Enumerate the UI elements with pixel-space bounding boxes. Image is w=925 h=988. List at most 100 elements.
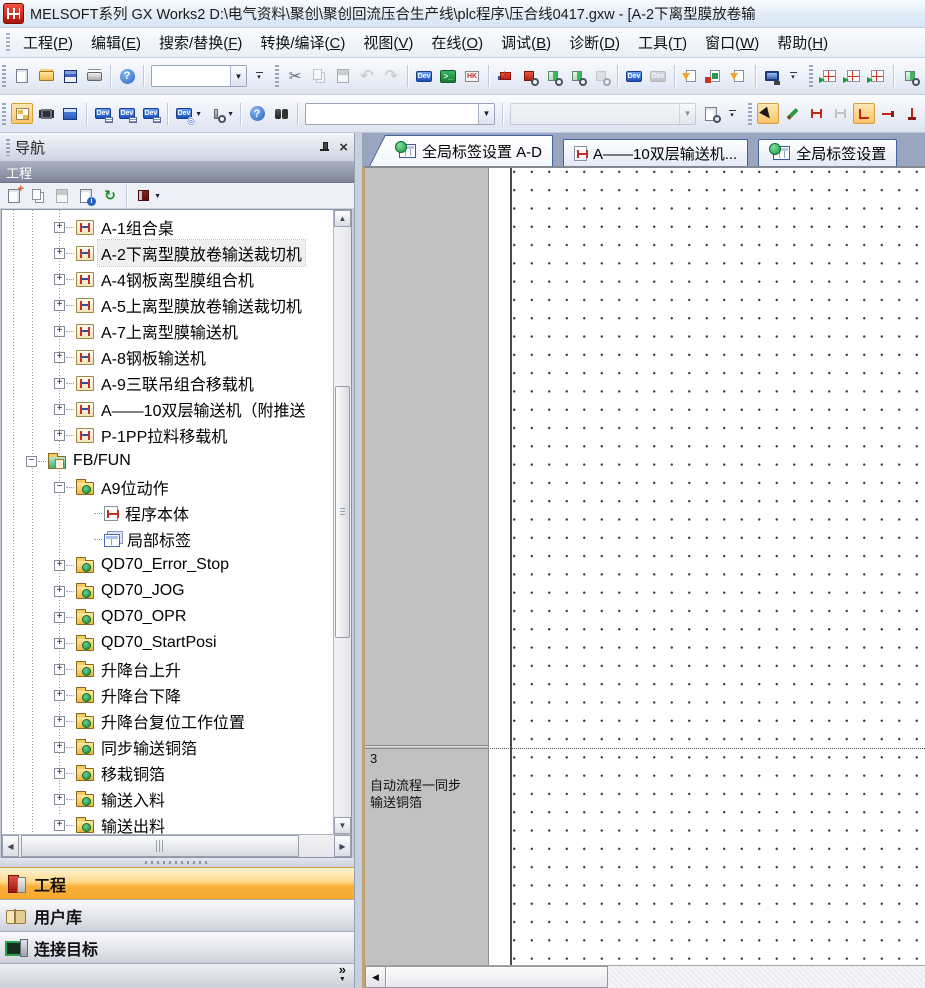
menu-edit[interactable]: 编辑(E)	[82, 28, 150, 57]
cut-button[interactable]	[284, 66, 306, 87]
view-button-user-library[interactable]: 用户库	[0, 899, 354, 931]
tree-item[interactable]: +QD70_StartPosi	[2, 630, 333, 656]
scroll-up-button[interactable]: ▲	[334, 210, 351, 227]
monitor-read-button[interactable]	[542, 66, 564, 87]
chevron-down-icon[interactable]: ▼	[227, 111, 234, 118]
expand-toggle[interactable]: +	[54, 664, 65, 675]
monitor-write-button[interactable]	[518, 66, 540, 87]
dev-batch-button[interactable]	[140, 103, 162, 124]
menu-convert-compile[interactable]: 转换/编译(C)	[251, 28, 354, 57]
tree-item[interactable]: +移栽铜箔	[2, 760, 333, 786]
pin-icon[interactable]	[318, 141, 331, 154]
expand-toggle[interactable]: +	[54, 612, 65, 623]
tree-item[interactable]: +同步输送铜箔	[2, 734, 333, 760]
expand-toggle[interactable]: +	[54, 404, 65, 415]
data-info-button[interactable]	[75, 185, 97, 206]
wave1-button[interactable]	[818, 66, 840, 87]
wave3-button[interactable]	[866, 66, 888, 87]
tab-a10-double-conveyor[interactable]: A——10双层输送机...	[563, 139, 748, 166]
jump-statement2-button[interactable]	[728, 66, 750, 87]
save-project-button[interactable]	[59, 66, 81, 87]
view-button-connection-destination[interactable]: 连接目标	[0, 931, 354, 963]
expand-toggle[interactable]: −	[26, 456, 37, 467]
tree-item[interactable]: +A-2下离型膜放卷输送裁切机	[2, 240, 333, 266]
help-button[interactable]	[246, 103, 268, 124]
tree-item[interactable]: +升降台复位工作位置	[2, 708, 333, 734]
tree-item[interactable]: +输送入料	[2, 786, 333, 812]
expand-toggle[interactable]: +	[54, 560, 65, 571]
chevron-down-icon[interactable]: ▼	[195, 111, 202, 118]
tree-item[interactable]: +升降台下降	[2, 682, 333, 708]
new-data-button[interactable]	[3, 185, 25, 206]
tree-item[interactable]: +A-7上离型膜输送机	[2, 318, 333, 344]
editor-horizontal-scrollbar[interactable]: ◀	[365, 965, 925, 988]
toolbar-overflow-icon[interactable]: ▾	[726, 101, 738, 127]
expand-toggle[interactable]: +	[54, 586, 65, 597]
monitor-watch-button[interactable]	[566, 66, 588, 87]
jump-statement-button[interactable]	[680, 66, 702, 87]
help-button[interactable]	[116, 66, 138, 87]
scroll-left-button[interactable]: ◀	[365, 966, 386, 988]
dev-on-button[interactable]	[623, 66, 645, 87]
collapse-buttons-icon[interactable]: »▼	[339, 965, 346, 985]
wave2-button[interactable]	[842, 66, 864, 87]
expand-toggle[interactable]: −	[54, 482, 65, 493]
menu-online[interactable]: 在线(O)	[422, 28, 492, 57]
chevron-down-icon[interactable]: ▼	[230, 66, 246, 86]
expand-toggle[interactable]: +	[54, 326, 65, 337]
expand-toggle[interactable]: +	[54, 248, 65, 259]
expand-toggle[interactable]: +	[54, 378, 65, 389]
menu-tool[interactable]: 工具(T)	[629, 28, 696, 57]
toolbar-overflow-icon[interactable]: ▾	[253, 63, 265, 89]
sort-button[interactable]: ▼	[132, 185, 154, 206]
tree-item[interactable]: +P-1PP拉料移载机	[2, 422, 333, 448]
device-test-button[interactable]	[704, 66, 726, 87]
menu-project[interactable]: 工程(P)	[14, 28, 82, 57]
scroll-right-button[interactable]: ▶	[334, 835, 351, 857]
contact-open-button[interactable]	[805, 103, 827, 124]
vline-button[interactable]	[901, 103, 923, 124]
expand-toggle[interactable]: +	[54, 430, 65, 441]
refresh-button[interactable]	[99, 185, 121, 206]
expand-toggle[interactable]: +	[54, 820, 65, 831]
dev-find-button[interactable]	[92, 103, 114, 124]
tree-item[interactable]: +A-5上离型膜放卷输送裁切机	[2, 292, 333, 318]
tree-item[interactable]: +QD70_OPR	[2, 604, 333, 630]
open-project-button[interactable]	[35, 66, 57, 87]
write-plc-button[interactable]	[413, 66, 435, 87]
recent-combo-combo[interactable]: ▼	[151, 65, 247, 87]
menu-view[interactable]: 视图(V)	[354, 28, 422, 57]
chevron-down-icon[interactable]: ▼	[679, 104, 695, 124]
outline-button[interactable]	[59, 103, 81, 124]
transfer-setup-button[interactable]	[494, 66, 516, 87]
tree-item[interactable]: +QD70_JOG	[2, 578, 333, 604]
tree-item[interactable]: +QD70_Error_Stop	[2, 552, 333, 578]
project-view-button[interactable]	[11, 103, 33, 124]
print-button[interactable]	[83, 66, 105, 87]
branch-button[interactable]	[853, 103, 875, 124]
view-button-project[interactable]: 工程	[0, 867, 354, 899]
tree-vertical-scrollbar[interactable]: ▲ ▼	[333, 210, 351, 834]
menu-find-replace[interactable]: 搜索/替换(F)	[150, 28, 251, 57]
tree-item[interactable]: −A9位动作	[2, 474, 333, 500]
horizontal-scroll-thumb[interactable]	[21, 835, 299, 857]
chevron-down-icon[interactable]: ▼	[478, 104, 494, 124]
tab-global-label-2[interactable]: 全局标签设置	[758, 139, 897, 166]
expand-toggle[interactable]: +	[54, 222, 65, 233]
vertical-scroll-thumb[interactable]	[335, 386, 350, 638]
module-config-button[interactable]	[35, 103, 57, 124]
expand-toggle[interactable]: +	[54, 638, 65, 649]
tree-item[interactable]: +A-9三联吊组合移载机	[2, 370, 333, 396]
verify-plc-button[interactable]	[461, 66, 483, 87]
dev-search-button[interactable]: ▼	[205, 103, 227, 124]
binoculars-button[interactable]	[270, 103, 292, 124]
watch-reg-button[interactable]	[899, 66, 921, 87]
copy-data-button[interactable]	[27, 185, 49, 206]
horizontal-scroll-thumb[interactable]	[386, 966, 608, 988]
dev-eye-button[interactable]: ▼	[173, 103, 195, 124]
zoom-combo-combo[interactable]: ▼	[305, 103, 495, 125]
tree-item[interactable]: +A-1组合桌	[2, 214, 333, 240]
expand-toggle[interactable]: +	[54, 716, 65, 727]
tree-item[interactable]: +升降台上升	[2, 656, 333, 682]
tree-item[interactable]: +A——10双层输送机（附推送	[2, 396, 333, 422]
